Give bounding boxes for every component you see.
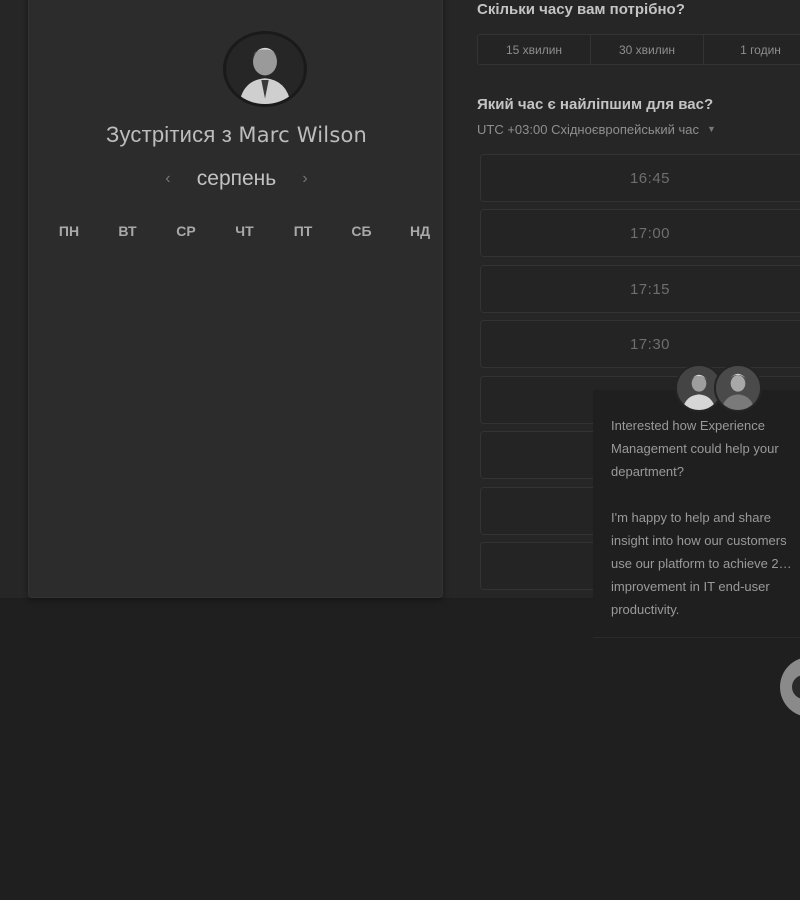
person-photo-icon: [716, 366, 760, 410]
host-name: Marc Wilson: [238, 123, 368, 147]
chat-message: Interested how Experience Management cou…: [611, 414, 800, 621]
duration-option-60[interactable]: 1 годин: [704, 35, 800, 64]
prev-month-icon[interactable]: ‹: [159, 170, 177, 188]
timezone-label: UTC +03:00 Східноєвропейський час: [477, 122, 699, 137]
month-navigation: ‹ серпень ›: [29, 167, 444, 191]
weekday-mon: ПН: [58, 223, 80, 239]
meeting-title: Зустрітися з Marc Wilson: [29, 122, 444, 148]
weekday-wed: СР: [176, 223, 196, 239]
agent-avatar: [714, 364, 762, 412]
weekday-header: ПН ВТ СР ЧТ ПТ СБ НД: [39, 223, 452, 239]
month-label: серпень: [196, 167, 277, 190]
duration-question: Скільки часу вам потрібно?: [477, 1, 685, 18]
weekday-tue: ВТ: [118, 223, 137, 239]
person-photo-icon: [226, 34, 304, 104]
chevron-down-icon: ▼: [706, 124, 716, 134]
chat-message-body: I'm happy to help and share insight into…: [611, 510, 792, 617]
time-question: Який час є найліпшим для вас?: [477, 96, 714, 113]
weekday-thu: ЧТ: [235, 223, 254, 239]
time-slot[interactable]: 17:30: [480, 320, 800, 368]
duration-selector: 15 хвилин 30 хвилин 1 годин: [477, 34, 800, 65]
duration-option-30[interactable]: 30 хвилин: [591, 35, 704, 64]
meeting-title-prefix: Зустрітися з: [105, 122, 233, 147]
host-avatar: [223, 31, 307, 107]
calendar-card: Зустрітися з Marc Wilson ‹ серпень › ПН …: [28, 0, 443, 598]
duration-option-15[interactable]: 15 хвилин: [478, 35, 591, 64]
chat-bubble-icon: [792, 675, 800, 699]
chat-launcher-button[interactable]: [780, 657, 800, 717]
next-month-icon[interactable]: ›: [296, 170, 314, 188]
weekday-sat: СБ: [351, 223, 372, 239]
time-slot[interactable]: 17:00: [480, 209, 800, 257]
timezone-dropdown[interactable]: UTC +03:00 Східноєвропейський час ▼: [477, 122, 716, 137]
time-slot[interactable]: 16:45: [480, 154, 800, 202]
weekday-fri: ПТ: [293, 223, 313, 239]
weekday-sun: НД: [409, 223, 431, 239]
chat-message-intro: Interested how Experience Management cou…: [611, 418, 779, 479]
time-slot[interactable]: 17:15: [480, 265, 800, 313]
